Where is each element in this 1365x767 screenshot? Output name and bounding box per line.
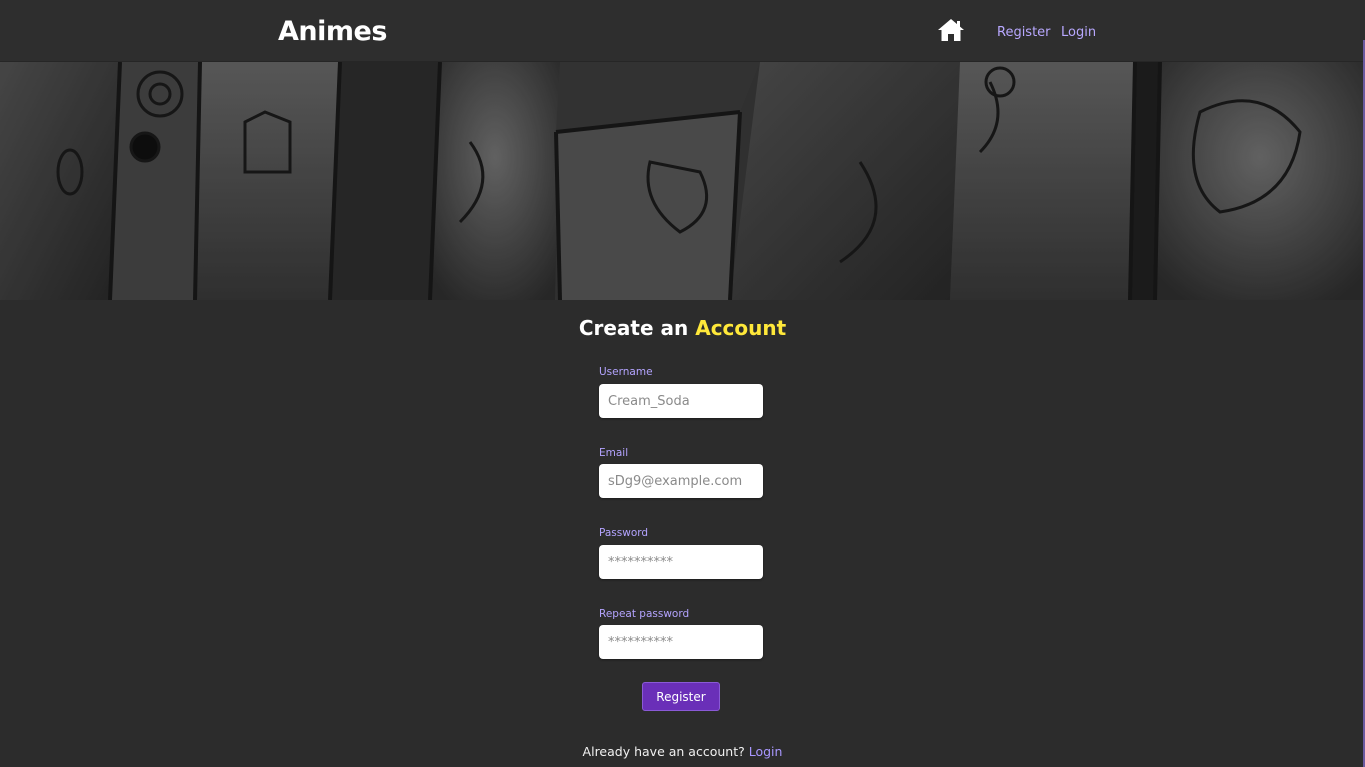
form-title: Create an Account [0, 316, 1365, 340]
form-title-accent: Account [695, 316, 787, 340]
login-prompt-text: Already have an account? [582, 744, 745, 759]
home-icon[interactable] [936, 17, 966, 43]
password-label: Password [599, 527, 649, 539]
username-input[interactable] [599, 384, 763, 418]
register-submit-button[interactable]: Register [642, 682, 720, 711]
login-link[interactable]: Login [749, 744, 783, 759]
login-prompt: Already have an account? Login [0, 744, 1365, 759]
top-navbar: Animes Register Login [0, 0, 1365, 62]
nav-login-link[interactable]: Login [1061, 25, 1096, 40]
manga-collage-image [0, 62, 1365, 300]
email-input[interactable] [599, 464, 763, 498]
hero-banner-image [0, 62, 1365, 300]
form-title-prefix: Create an [578, 316, 689, 340]
password-input[interactable] [599, 545, 763, 579]
brand-logo[interactable]: Animes [278, 16, 387, 47]
repeat-password-input[interactable] [599, 625, 763, 659]
nav-register-link[interactable]: Register [997, 25, 1051, 40]
email-label: Email [599, 447, 629, 459]
home-icon-svg [938, 19, 964, 41]
username-label: Username [599, 366, 653, 378]
repeat-password-label: Repeat password [599, 608, 690, 620]
